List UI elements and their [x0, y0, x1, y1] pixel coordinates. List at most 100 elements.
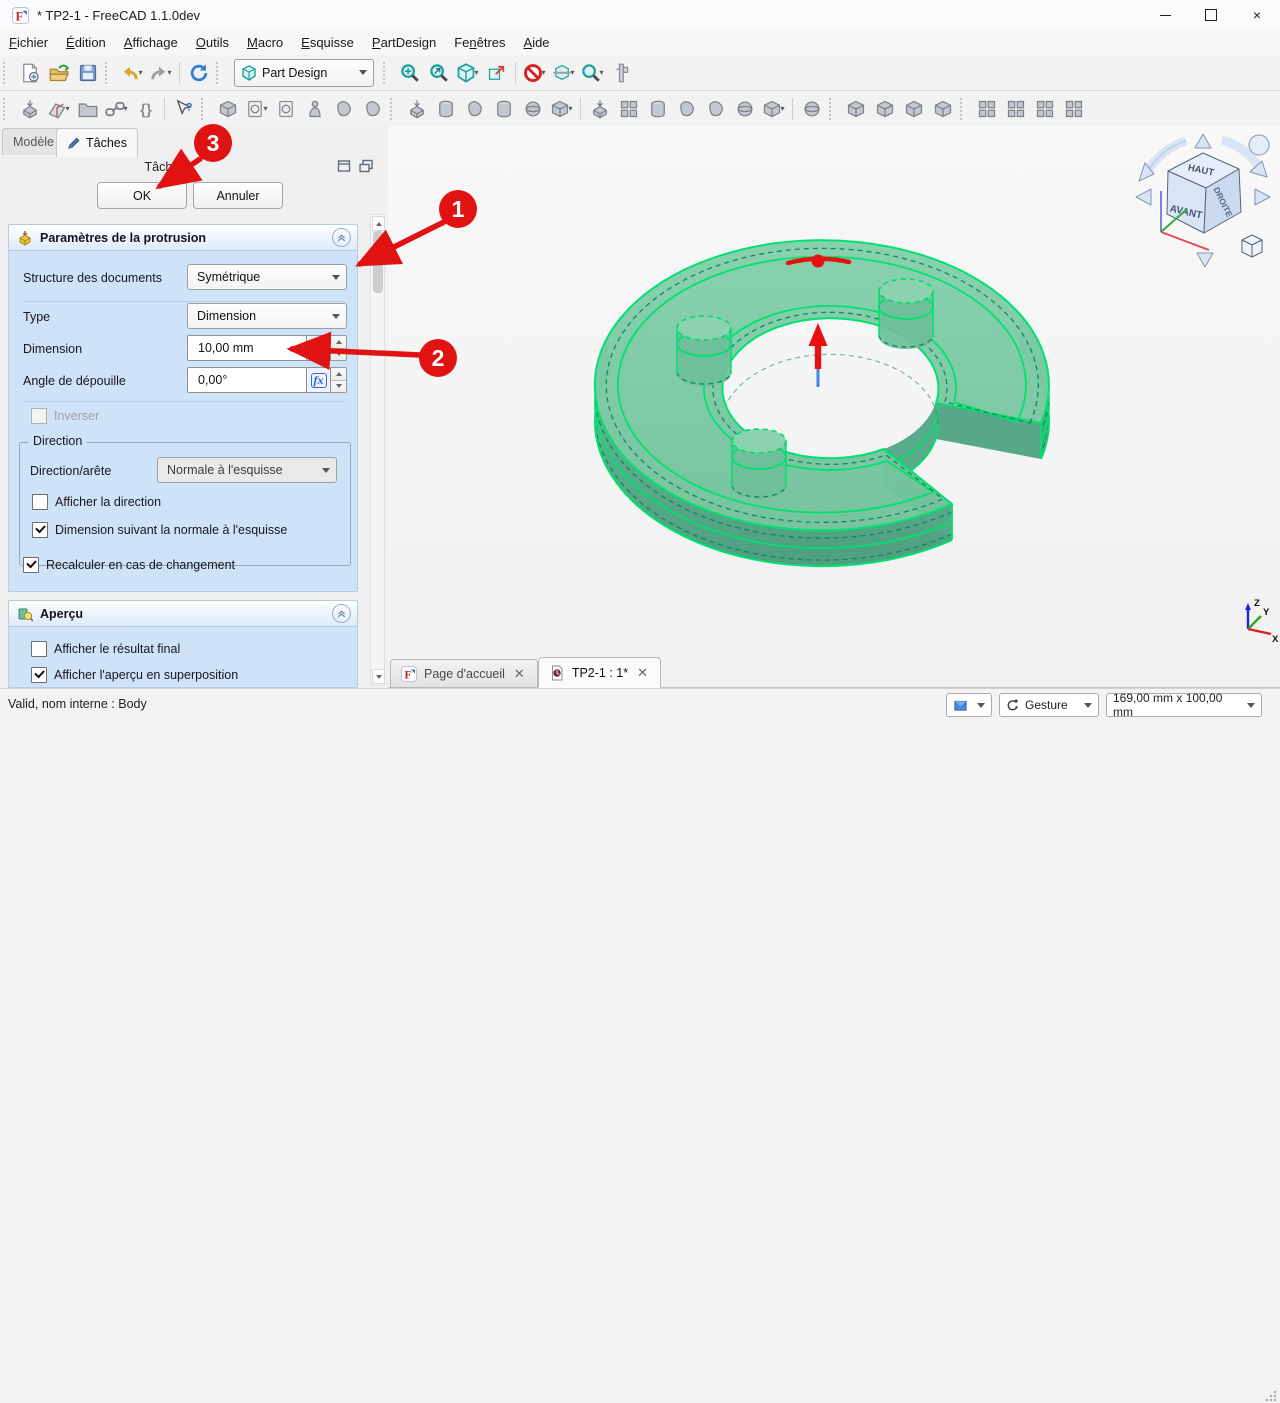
type-combobox[interactable]: Dimension	[187, 303, 347, 329]
pocket-button[interactable]	[585, 95, 614, 123]
section-pad-parameters-header[interactable]: Paramètres de la protrusion	[8, 224, 358, 251]
tab-tp2-1[interactable]: TP2-1 : 1* ✕	[538, 657, 661, 688]
mirrored-button[interactable]	[972, 95, 1001, 123]
groove-button[interactable]	[643, 95, 672, 123]
menu-macro[interactable]: Macro	[238, 32, 292, 53]
additive-primitive-button[interactable]: ▾	[547, 95, 576, 123]
toolbar-drag-handle[interactable]	[201, 98, 208, 120]
dimension-spinner[interactable]	[331, 335, 347, 361]
draft-angle-spinner[interactable]	[331, 367, 347, 393]
menu-esquisse[interactable]: Esquisse	[292, 32, 363, 53]
check-geometry-button[interactable]	[300, 95, 329, 123]
cancel-button[interactable]: Annuler	[193, 182, 283, 209]
polar-pattern-button[interactable]	[1030, 95, 1059, 123]
tab-taches[interactable]: Tâches	[56, 128, 138, 157]
create-clone-button[interactable]	[358, 95, 387, 123]
refresh-button[interactable]	[184, 59, 213, 87]
menu-partdesign[interactable]: PartDesign	[363, 32, 445, 53]
measure-button[interactable]	[607, 59, 636, 87]
revolution-button[interactable]	[431, 95, 460, 123]
axonometric-view-button[interactable]: ▾	[453, 59, 482, 87]
create-sketch-button[interactable]	[213, 95, 242, 123]
close-icon[interactable]: ✕	[635, 665, 650, 681]
section-preview-header[interactable]: Aperçu	[8, 600, 358, 627]
collapse-section-icon[interactable]	[332, 604, 351, 623]
menu-fichier[interactable]: Fichier	[0, 32, 57, 53]
create-group-button[interactable]	[73, 95, 102, 123]
workbench-selector[interactable]: Part Design	[234, 59, 374, 87]
draw-style-button[interactable]: ▾	[520, 59, 549, 87]
menu-aide[interactable]: Aide	[515, 32, 559, 53]
draft-angle-spinbox[interactable]: 0,00° fx	[187, 367, 347, 393]
show-direction-checkbox[interactable]	[32, 494, 48, 510]
pad-button[interactable]	[402, 95, 431, 123]
menu-edition[interactable]: Édition	[57, 32, 115, 53]
toolbar-drag-handle[interactable]	[390, 98, 397, 120]
toolbar-drag-handle[interactable]	[829, 98, 836, 120]
direction-edge-combobox[interactable]: Normale à l'esquisse	[157, 457, 337, 483]
navigation-cube[interactable]: HAUT AVANT DROITE	[1136, 134, 1270, 267]
resize-grip[interactable]	[1264, 1389, 1278, 1403]
close-icon[interactable]: ✕	[512, 666, 527, 682]
along-normal-row[interactable]: Dimension suivant la normale à l'esquiss…	[32, 522, 287, 538]
3d-viewport[interactable]: HAUT AVANT DROITE Z Y X	[388, 126, 1280, 688]
additive-pipe-button[interactable]	[489, 95, 518, 123]
validate-sketch-button[interactable]	[271, 95, 300, 123]
toolbar-drag-handle[interactable]	[960, 98, 967, 120]
recompute-checkbox[interactable]	[23, 557, 39, 573]
create-link-button[interactable]: ▾	[102, 95, 131, 123]
menu-outils[interactable]: Outils	[187, 32, 238, 53]
draft-angle-input[interactable]: 0,00°	[187, 367, 307, 393]
create-shapebinder-button[interactable]	[329, 95, 358, 123]
subtractive-pipe-button[interactable]	[701, 95, 730, 123]
structure-combobox[interactable]: Symétrique	[187, 264, 347, 290]
fillet-button[interactable]	[841, 95, 870, 123]
dock-window-icon[interactable]	[336, 158, 352, 174]
minimize-button[interactable]	[1142, 0, 1188, 30]
ok-button[interactable]: OK	[97, 182, 187, 209]
selection-style-button[interactable]	[946, 693, 992, 717]
multitransform-button[interactable]	[1059, 95, 1088, 123]
dimension-input[interactable]: 10,00 mm	[187, 335, 307, 361]
edit-sketch-button[interactable]: ▾	[242, 95, 271, 123]
subtractive-primitive-button[interactable]: ▾	[759, 95, 788, 123]
navigation-style-selector[interactable]: Gesture	[999, 693, 1099, 717]
collapse-section-icon[interactable]	[332, 228, 351, 247]
additive-helix-button[interactable]	[518, 95, 547, 123]
toolbar-drag-handle[interactable]	[383, 62, 390, 84]
close-button[interactable]: ×	[1234, 0, 1280, 30]
open-document-button[interactable]	[44, 59, 73, 87]
draft-button[interactable]	[899, 95, 928, 123]
panel-scrollbar[interactable]	[370, 214, 385, 686]
scrollbar-thumb[interactable]	[373, 231, 383, 293]
zoom-selection-button[interactable]	[424, 59, 453, 87]
show-direction-row[interactable]: Afficher la direction	[32, 494, 161, 510]
additive-loft-button[interactable]	[460, 95, 489, 123]
expression-fx-button[interactable]: fx	[307, 367, 331, 393]
menu-fenetres[interactable]: Fenêtres	[445, 32, 514, 53]
expression-editor-button[interactable]	[131, 95, 160, 123]
redo-button[interactable]: ▾	[146, 59, 175, 87]
view-dimensions-selector[interactable]: 169,00 mm x 100,00 mm	[1106, 693, 1262, 717]
subtractive-helix-button[interactable]	[730, 95, 759, 123]
menu-affichage[interactable]: Affichage	[115, 32, 187, 53]
create-body-button[interactable]	[15, 95, 44, 123]
expression-fx-button[interactable]: fx	[307, 335, 331, 361]
toolbar-drag-handle[interactable]	[105, 62, 112, 84]
create-datum-button[interactable]: ▾	[44, 95, 73, 123]
hole-button[interactable]	[614, 95, 643, 123]
boolean-operation-button[interactable]	[797, 95, 826, 123]
show-final-result-row[interactable]: Afficher le résultat final	[31, 641, 180, 657]
scroll-down-button[interactable]	[372, 669, 385, 684]
chamfer-button[interactable]	[870, 95, 899, 123]
clipping-button[interactable]: ▾	[549, 59, 578, 87]
whats-this-button[interactable]	[169, 95, 198, 123]
undo-button[interactable]: ▾	[117, 59, 146, 87]
navcube-home-button[interactable]	[1249, 135, 1269, 155]
sync-view-button[interactable]	[482, 59, 511, 87]
show-preview-overlay-row[interactable]: Afficher l'aperçu en superposition	[31, 667, 238, 683]
save-document-button[interactable]	[73, 59, 102, 87]
toolbar-drag-handle[interactable]	[216, 62, 223, 84]
show-final-result-checkbox[interactable]	[31, 641, 47, 657]
tab-page-accueil[interactable]: Page d'accueil ✕	[390, 659, 538, 688]
